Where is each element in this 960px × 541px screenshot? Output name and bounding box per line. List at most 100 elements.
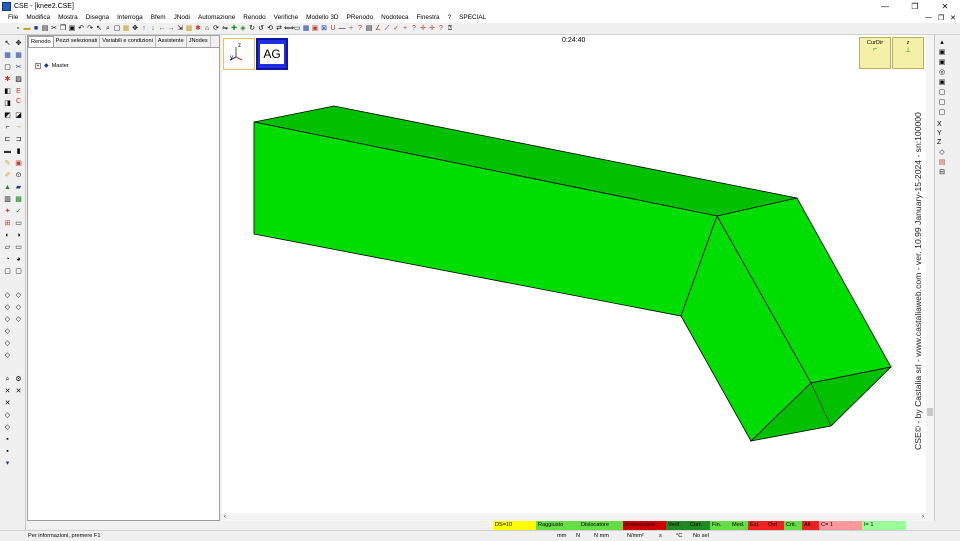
beam-icon[interactable]: ▬ [3, 147, 12, 156]
tool-k-icon[interactable]: ◇ [3, 303, 12, 312]
view-10-icon[interactable]: ⊟ [938, 169, 946, 177]
tree-item-master[interactable]: + ◆ Master [35, 62, 69, 69]
print-icon[interactable]: ▤ [41, 25, 49, 33]
maximize-button[interactable]: ❐ [900, 0, 930, 12]
z-direction-indicator[interactable]: z ⊥ [892, 37, 924, 69]
select-pointer-icon[interactable]: ↖ [3, 39, 12, 48]
shape4-icon[interactable]: ◪ [14, 111, 23, 120]
shape-u-icon[interactable]: U [329, 25, 337, 33]
view-flip-icon[interactable]: ⇄ [275, 25, 283, 33]
view-5-icon[interactable]: ▢ [938, 89, 946, 97]
tool-s-icon[interactable]: ✕ [14, 387, 23, 396]
info-red-icon[interactable]: ? [437, 25, 445, 33]
search-node-icon[interactable]: ⌕ [3, 375, 12, 384]
view-7-icon[interactable]: ▢ [938, 109, 946, 117]
move-icon[interactable]: ⇲ [176, 25, 184, 33]
weld-tool-icon[interactable]: ✱ [3, 75, 12, 84]
cut-icon[interactable]: ✂ [50, 25, 58, 33]
document-restore-button[interactable]: ❐ [938, 14, 944, 22]
add-red-icon[interactable]: + [401, 25, 409, 33]
rotate-z-icon[interactable]: ⟲ [266, 25, 274, 33]
add-node-icon[interactable]: ✛ [419, 25, 427, 33]
add-bolt-icon[interactable]: ✛ [428, 25, 436, 33]
tool-c-icon[interactable]: ▱ [3, 243, 12, 252]
cursor-icon[interactable]: ✥ [14, 39, 23, 48]
arrow-up-icon[interactable]: ↑ [140, 25, 148, 33]
menu-special[interactable]: SPECIAL [455, 14, 490, 21]
menu-renodo[interactable]: Renodo [239, 14, 269, 21]
grid-icon[interactable]: ▦ [122, 25, 130, 33]
pan-icon[interactable]: ✥ [131, 25, 139, 33]
marker-icon[interactable]: ▣ [14, 159, 23, 168]
profile3-icon[interactable]: ⊏ [3, 135, 12, 144]
menu-file[interactable]: File [4, 14, 22, 21]
shape3-icon[interactable]: ◩ [3, 111, 12, 120]
component-icon[interactable]: ▩ [185, 25, 193, 33]
tool-a-icon[interactable]: ◐ [3, 231, 12, 240]
stiffener-icon[interactable]: ▥ [3, 195, 12, 204]
node-tool-icon[interactable]: ⊙ [14, 171, 23, 180]
red-tool-icon[interactable]: ✦ [3, 207, 12, 216]
tool-u-icon[interactable]: ◇ [3, 411, 12, 420]
check-icon[interactable]: ▣ [311, 25, 319, 33]
view-8-icon[interactable]: ◇ [938, 149, 946, 157]
save-icon[interactable]: ■ [32, 25, 40, 33]
help-red-icon[interactable]: ? [410, 25, 418, 33]
plate-icon[interactable]: ▢ [3, 63, 12, 72]
tool-p-icon[interactable]: ◇ [3, 339, 12, 348]
bolt-tool-icon[interactable]: ▦ [14, 51, 23, 60]
close-button[interactable]: ✕ [930, 0, 960, 12]
tool-m-icon[interactable]: ◇ [3, 315, 12, 324]
tool-n-icon[interactable]: ◇ [14, 315, 23, 324]
green-tool-icon[interactable]: ▲ [3, 183, 12, 192]
scroll-right-arrow-icon[interactable]: › [922, 513, 924, 521]
view-x-button[interactable]: X [937, 121, 942, 128]
select-icon[interactable]: ↖ [95, 25, 103, 33]
view-9-icon[interactable]: ▤ [938, 159, 946, 167]
undo-icon[interactable]: ↶ [77, 25, 85, 33]
tab-pezzi-selezionati[interactable]: Pezzi selezionati [54, 36, 101, 47]
menu-modello-3d[interactable]: Modello 3D [302, 14, 342, 21]
tab-assistente[interactable]: Assistente [156, 36, 187, 47]
plus-green-icon[interactable]: ✚ [230, 25, 238, 33]
redo-icon[interactable]: ↷ [86, 25, 94, 33]
shape1-icon[interactable]: ◧ [3, 87, 12, 96]
intersection-icon[interactable]: ⊠ [320, 25, 328, 33]
profile2-icon[interactable]: ¬ [14, 123, 23, 132]
tool-g-icon[interactable]: ▢ [3, 267, 12, 276]
question-icon[interactable]: ? [356, 25, 364, 33]
tool-e-icon[interactable]: ◔ [3, 255, 12, 264]
profile4-icon[interactable]: ⊐ [14, 135, 23, 144]
frame-icon[interactable]: ▢ [113, 25, 121, 33]
tool-o-icon[interactable]: ◇ [3, 327, 12, 336]
tab-variabili-e-condizioni[interactable]: Variabili e condizioni [100, 36, 156, 47]
vertical-scroll-thumb[interactable] [927, 408, 933, 416]
line-icon[interactable]: — [338, 25, 346, 33]
vertical-scrollbar[interactable] [926, 35, 934, 513]
zoom-window-icon[interactable]: ⌕ [104, 25, 112, 33]
tab-jnodes[interactable]: JNodes [187, 36, 211, 47]
profile1-icon[interactable]: ⌐ [3, 123, 12, 132]
green-plate-icon[interactable]: ▩ [14, 195, 23, 204]
edge-e-icon[interactable]: E [14, 87, 23, 96]
member-icon[interactable]: ▦ [3, 51, 12, 60]
edge-c-icon[interactable]: C [14, 97, 23, 106]
menu-verifiche[interactable]: Verifiche [270, 14, 303, 21]
new-file-icon[interactable]: ▫ [14, 25, 22, 33]
view-z-button[interactable]: Z [937, 139, 941, 146]
menu-bfem[interactable]: Bfem [147, 14, 170, 21]
horizontal-scrollbar[interactable]: ‹ › [222, 513, 934, 521]
rotate-y-icon[interactable]: ↺ [257, 25, 265, 33]
menu-modifica[interactable]: Modifica [22, 14, 54, 21]
diag-icon[interactable]: ⟋ [383, 25, 391, 33]
tool-j-icon[interactable]: ◇ [14, 291, 23, 300]
menu-help[interactable]: ? [444, 14, 456, 21]
view-2-icon[interactable]: ▣ [938, 59, 946, 67]
menu-automazione[interactable]: Automazione [194, 14, 239, 21]
rotate-icon[interactable]: ⟳ [212, 25, 220, 33]
view-up-icon[interactable]: ▴ [938, 39, 946, 47]
scroll-left-arrow-icon[interactable]: ‹ [224, 513, 226, 521]
pencil-icon[interactable]: ✎ [3, 159, 12, 168]
open-folder-icon[interactable]: ▬ [23, 25, 31, 33]
document-close-button[interactable]: ✕ [950, 14, 956, 22]
